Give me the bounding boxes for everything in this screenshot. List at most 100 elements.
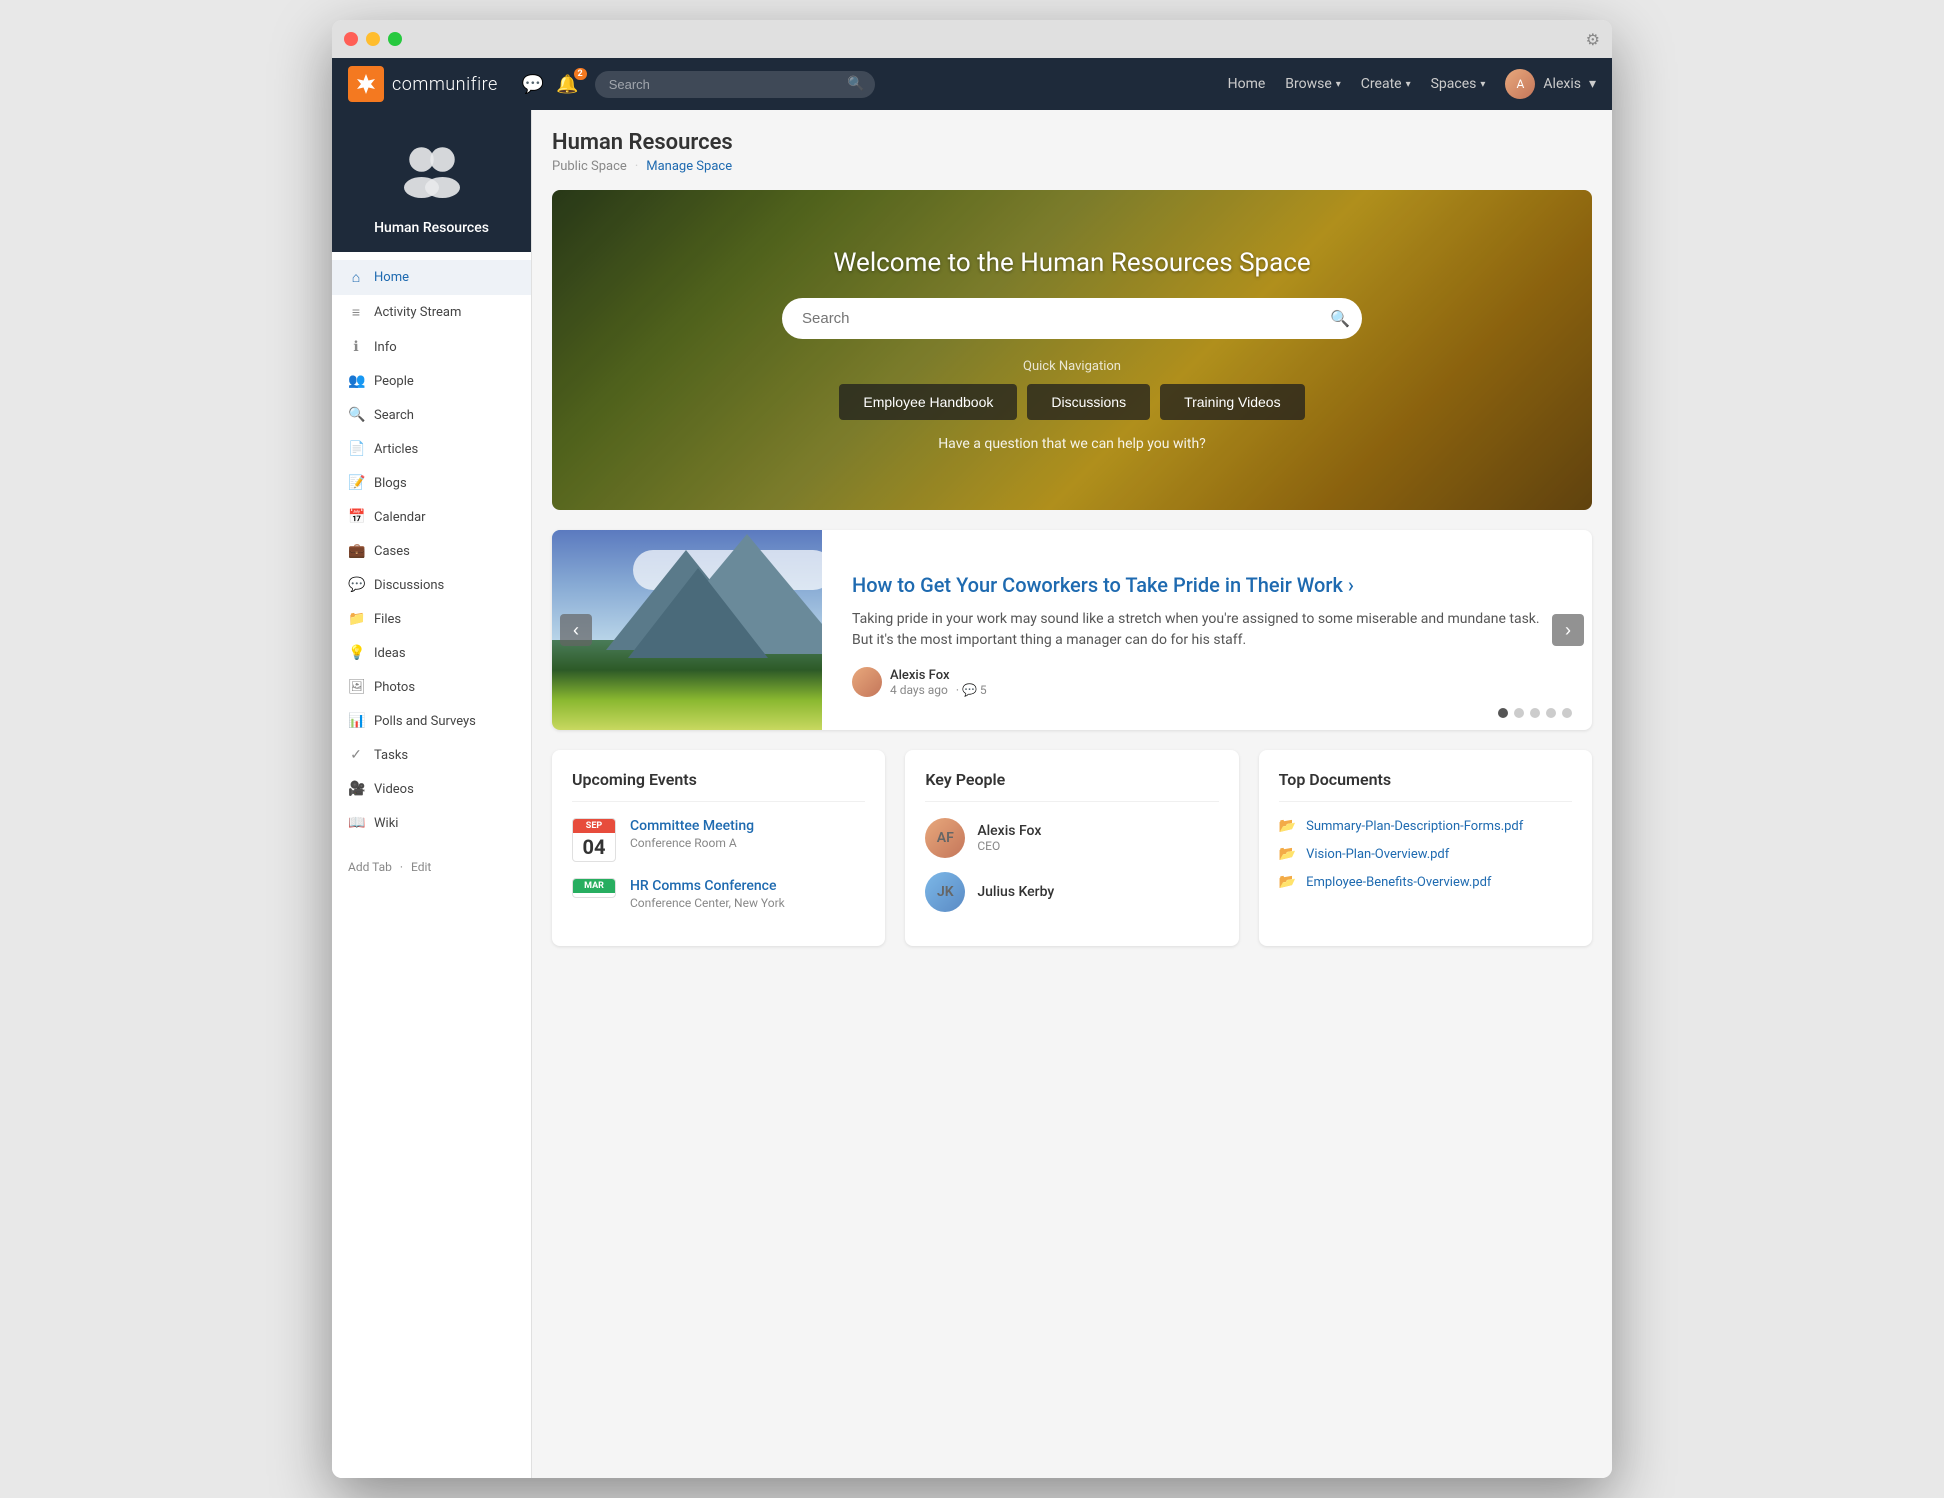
sidebar-item-ideas[interactable]: 💡 Ideas [332,636,531,670]
event-day-1: 04 [573,833,615,861]
search-input[interactable] [595,71,875,98]
title-bar-right: ⚙ [1586,30,1600,49]
carousel-dot-3[interactable] [1530,708,1540,718]
logo-icon[interactable] [348,66,384,102]
documents-widget: Top Documents 📂 Summary-Plan-Description… [1259,750,1592,946]
sidebar-item-blogs[interactable]: 📝 Blogs [332,466,531,500]
maximize-button[interactable] [388,32,402,46]
sidebar-item-tasks[interactable]: ✓ Tasks [332,738,531,772]
carousel-dot-4[interactable] [1546,708,1556,718]
event-item-1: SEP 04 Committee Meeting Conference Room… [572,818,865,862]
carousel-dot-5[interactable] [1562,708,1572,718]
person-role-1: CEO [977,839,1041,853]
sidebar-item-photos[interactable]: 🖼 Photos [332,670,531,704]
hero-search-input[interactable] [782,298,1362,339]
event-name-2[interactable]: HR Comms Conference [630,878,865,894]
ideas-icon: 💡 [348,645,364,661]
event-name-1[interactable]: Committee Meeting [630,818,865,834]
documents-widget-title: Top Documents [1279,770,1572,802]
carousel-next-button[interactable]: › [1552,614,1584,646]
cases-icon: 💼 [348,543,364,559]
person-name-1[interactable]: Alexis Fox [977,823,1041,839]
minimize-button[interactable] [366,32,380,46]
sidebar-footer: Add Tab · Edit [332,848,531,886]
sidebar-item-calendar[interactable]: 📅 Calendar [332,500,531,534]
videos-icon: 🎥 [348,781,364,797]
sidebar-item-videos[interactable]: 🎥 Videos [332,772,531,806]
nav-create-link[interactable]: Create ▾ [1361,76,1411,92]
search-submit-icon[interactable]: 🔍 [847,76,864,92]
event-month-2: MAR [573,879,615,893]
quicknav-handbook-button[interactable]: Employee Handbook [839,384,1017,420]
event-item-2: MAR HR Comms Conference Conference Cente… [572,878,865,910]
carousel-dot-1[interactable] [1498,708,1508,718]
carousel-prev-button[interactable]: ‹ [560,614,592,646]
doc-item-2[interactable]: 📂 Vision-Plan-Overview.pdf [1279,846,1572,862]
carousel-dots [1498,708,1572,718]
sidebar-item-info[interactable]: ℹ Info [332,330,531,364]
content-area: Human Resources Public Space · Manage Sp… [532,110,1612,1478]
sidebar-item-wiki[interactable]: 📖 Wiki [332,806,531,840]
event-day-2 [573,893,615,897]
sidebar-label-tasks: Tasks [374,748,408,763]
event-date-box-2: MAR [572,878,616,898]
event-info-2: HR Comms Conference Conference Center, N… [630,878,865,910]
sidebar-label-ideas: Ideas [374,646,406,661]
nav-home-link[interactable]: Home [1228,76,1266,92]
person-name-2[interactable]: Julius Kerby [977,884,1054,900]
doc-item-3[interactable]: 📂 Employee-Benefits-Overview.pdf [1279,874,1572,890]
quick-nav-buttons: Employee Handbook Discussions Training V… [572,384,1572,420]
person-details-2: Julius Kerby [977,884,1054,900]
carousel-dot-2[interactable] [1514,708,1524,718]
sidebar-label-cases: Cases [374,544,410,559]
hero-question: Have a question that we can help you wit… [572,436,1572,452]
manage-space-link[interactable]: Manage Space [646,159,732,174]
gear-icon[interactable]: ⚙ [1586,30,1600,49]
sidebar-label-info: Info [374,340,397,355]
sidebar-nav: ⌂ Home ≡ Activity Stream ℹ Info 👥 People… [332,252,531,848]
carousel-image [552,530,822,730]
photos-icon: 🖼 [348,679,364,695]
sidebar-item-articles[interactable]: 📄 Articles [332,432,531,466]
traffic-lights [344,32,402,46]
edit-link[interactable]: Edit [411,860,431,874]
carousel-article-link[interactable]: How to Get Your Coworkers to Take Pride … [852,573,1354,597]
sidebar-item-discussions[interactable]: 💬 Discussions [332,568,531,602]
events-widget: Upcoming Events SEP 04 Committee Meeting… [552,750,885,946]
bottom-widgets: Upcoming Events SEP 04 Committee Meeting… [552,750,1592,946]
quicknav-discussions-button[interactable]: Discussions [1027,384,1150,420]
event-location-2: Conference Center, New York [630,896,865,910]
nav-browse-link[interactable]: Browse ▾ [1285,76,1341,92]
activity-stream-icon: ≡ [348,304,364,321]
hero-banner: Welcome to the Human Resources Space 🔍 Q… [552,190,1592,510]
sidebar-item-activity-stream[interactable]: ≡ Activity Stream [332,295,531,330]
doc-name-1: Summary-Plan-Description-Forms.pdf [1306,819,1523,834]
nav-spaces-link[interactable]: Spaces ▾ [1431,76,1486,92]
notification-badge: 2 [574,68,587,80]
quicknav-training-button[interactable]: Training Videos [1160,384,1305,420]
add-tab-link[interactable]: Add Tab [348,860,392,874]
carousel-author-name: Alexis Fox [890,668,987,683]
title-bar: ⚙ [332,20,1612,58]
close-button[interactable] [344,32,358,46]
sidebar-item-polls[interactable]: 📊 Polls and Surveys [332,704,531,738]
sidebar-item-cases[interactable]: 💼 Cases [332,534,531,568]
person-avatar-julius: JK [925,872,965,912]
sidebar-item-files[interactable]: 📁 Files [332,602,531,636]
chat-icon[interactable]: 💬 [522,74,544,95]
sidebar-item-home[interactable]: ⌂ Home [332,260,531,295]
hero-content: Welcome to the Human Resources Space 🔍 Q… [552,228,1592,472]
user-avatar: A [1505,69,1535,99]
sidebar-item-search[interactable]: 🔍 Search [332,398,531,432]
event-date-box-1: SEP 04 [572,818,616,862]
user-menu[interactable]: A Alexis ▾ [1505,69,1596,99]
carousel-comments: · 💬 5 [956,683,987,697]
notifications-icon[interactable]: 🔔 2 [556,74,578,95]
sidebar-label-discussions: Discussions [374,578,444,593]
sidebar-item-people[interactable]: 👥 People [332,364,531,398]
browse-arrow-icon: ▾ [1336,79,1341,90]
hero-search-button[interactable]: 🔍 [1330,309,1350,329]
carousel-content: How to Get Your Coworkers to Take Pride … [822,530,1592,730]
doc-item-1[interactable]: 📂 Summary-Plan-Description-Forms.pdf [1279,818,1572,834]
page-subtitle: Public Space · Manage Space [552,159,1592,174]
